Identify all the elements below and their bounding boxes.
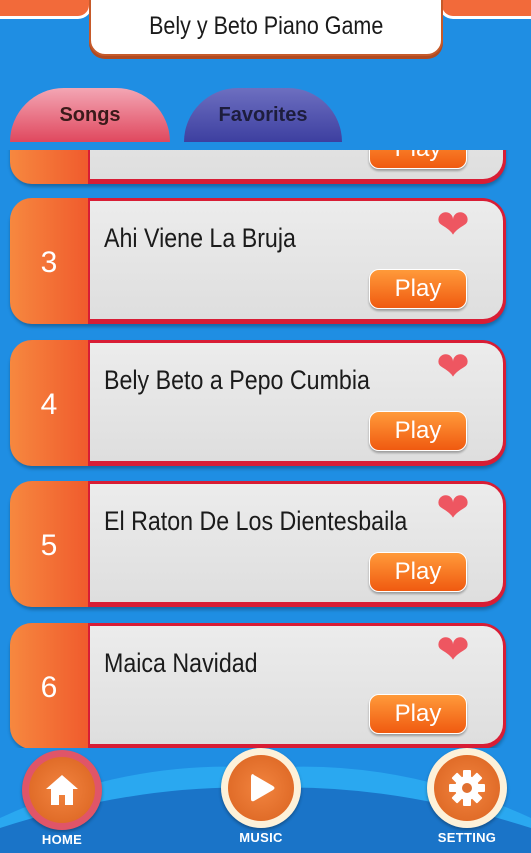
- song-title: Maica Navidad: [104, 648, 258, 678]
- tab-songs[interactable]: Songs: [10, 88, 170, 142]
- song-card-body: Bely Beto a Pepo Cumbia ❤ Play: [90, 343, 503, 461]
- top-bar: Bely y Beto Piano Game: [0, 0, 531, 60]
- nav-home[interactable]: HOME: [22, 750, 102, 847]
- bottom-nav: HOME MUSIC SETTING: [0, 748, 531, 853]
- song-number: [10, 150, 88, 184]
- song-number: 4: [10, 340, 88, 466]
- heart-icon[interactable]: ❤: [433, 488, 473, 528]
- nav-music[interactable]: MUSIC: [221, 748, 301, 845]
- music-label: MUSIC: [239, 830, 283, 845]
- play-icon: [251, 774, 275, 802]
- song-list[interactable]: Play 3 Ahi Viene La Bruja ❤ Play 4 Bely …: [0, 150, 531, 748]
- tab-favorites[interactable]: Favorites: [184, 88, 342, 142]
- song-card: 6 Maica Navidad ❤ Play: [10, 623, 506, 748]
- play-button[interactable]: Play: [369, 694, 467, 734]
- heart-icon[interactable]: ❤: [433, 205, 473, 245]
- song-card: 3 Ahi Viene La Bruja ❤ Play: [10, 198, 506, 324]
- song-number: 6: [10, 623, 88, 748]
- play-button[interactable]: Play: [369, 269, 467, 309]
- home-icon: [46, 775, 78, 805]
- song-title: El Raton De Los Dientesbaila: [104, 506, 408, 536]
- app-title: Bely y Beto Piano Game: [148, 11, 384, 40]
- play-button-label: Play: [394, 417, 442, 444]
- nav-setting[interactable]: SETTING: [427, 748, 507, 845]
- title-banner: Bely y Beto Piano Game: [89, 0, 443, 56]
- play-button[interactable]: Play: [369, 552, 467, 592]
- song-card: 4 Bely Beto a Pepo Cumbia ❤ Play: [10, 340, 506, 466]
- gear-icon: [449, 770, 485, 806]
- song-card-body: Maica Navidad ❤ Play: [90, 626, 503, 744]
- play-button-label: Play: [394, 275, 442, 302]
- setting-label: SETTING: [437, 830, 497, 845]
- song-card-body: Play: [90, 150, 503, 179]
- song-number: 5: [10, 481, 88, 607]
- home-label: HOME: [41, 832, 83, 847]
- play-button[interactable]: Play: [369, 150, 467, 169]
- song-card: 5 El Raton De Los Dientesbaila ❤ Play: [10, 481, 506, 607]
- song-title: Ahi Viene La Bruja: [104, 223, 296, 253]
- song-number: 3: [10, 198, 88, 324]
- tab-favorites-label: Favorites: [218, 103, 308, 126]
- music-button[interactable]: [221, 748, 301, 828]
- play-button-label: Play: [395, 150, 442, 163]
- song-card-body: Ahi Viene La Bruja ❤ Play: [90, 201, 503, 319]
- home-button[interactable]: [22, 750, 102, 830]
- tab-songs-label: Songs: [59, 103, 121, 126]
- play-button[interactable]: Play: [369, 411, 467, 451]
- heart-icon[interactable]: ❤: [433, 347, 473, 387]
- song-card: Play: [10, 150, 506, 184]
- song-title: Bely Beto a Pepo Cumbia: [104, 365, 370, 395]
- heart-icon[interactable]: ❤: [433, 630, 473, 670]
- top-right-decoration: [439, 0, 531, 19]
- top-left-decoration: [0, 0, 92, 19]
- song-card-body: El Raton De Los Dientesbaila ❤ Play: [90, 484, 503, 602]
- play-button-label: Play: [394, 558, 442, 585]
- setting-button[interactable]: [427, 748, 507, 828]
- play-button-label: Play: [394, 700, 442, 727]
